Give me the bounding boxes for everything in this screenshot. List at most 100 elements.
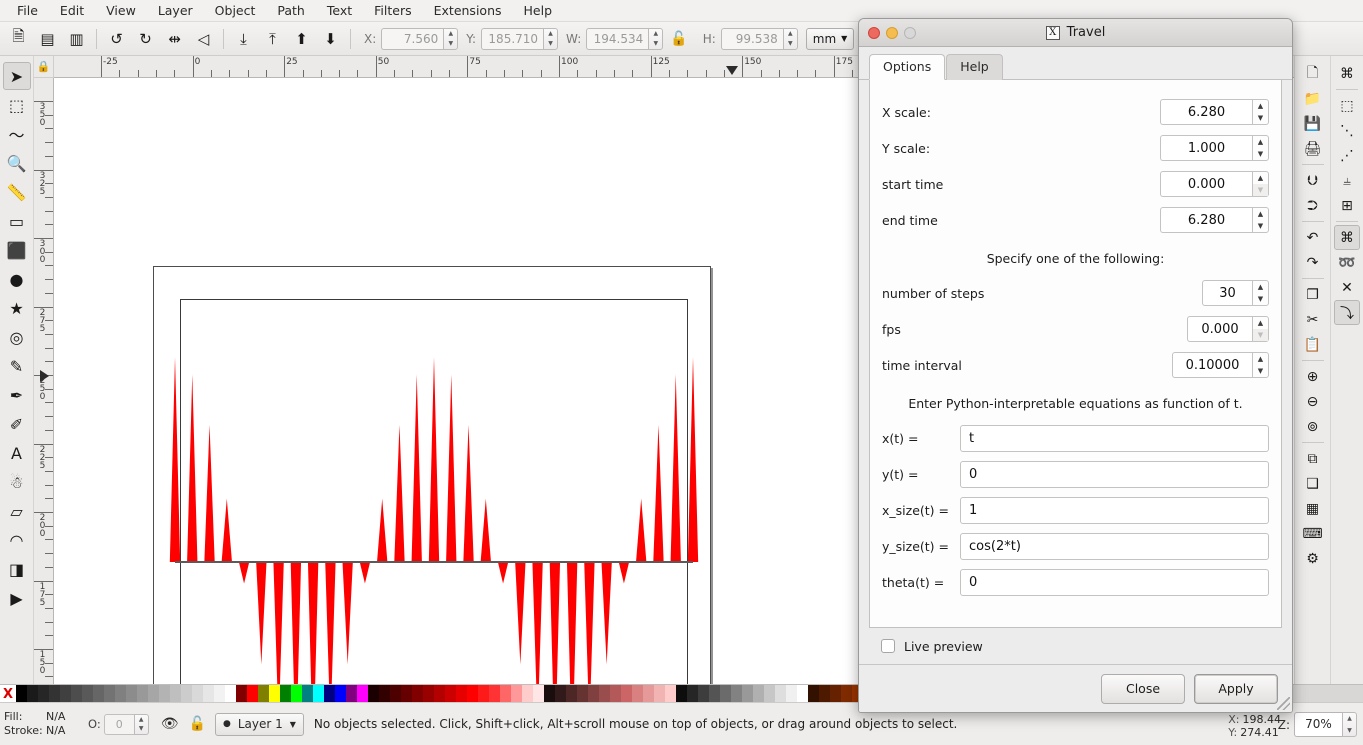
menu-filters[interactable]: Filters <box>363 1 422 20</box>
y-scale-input[interactable] <box>1160 135 1252 161</box>
width-value[interactable]: 194.534 <box>586 27 649 50</box>
palette-swatch[interactable] <box>566 685 577 703</box>
palette-swatch[interactable] <box>434 685 445 703</box>
measure-tool[interactable]: 📏 <box>3 178 31 206</box>
lower-to-bottom-icon[interactable]: ⤓ <box>230 25 257 52</box>
palette-swatch[interactable] <box>137 685 148 703</box>
paste-icon[interactable]: 📋 <box>1300 332 1326 357</box>
spray-tool[interactable]: ☃ <box>3 468 31 496</box>
fps-spin-down[interactable]: ▼ <box>1253 329 1268 341</box>
palette-swatch[interactable] <box>280 685 291 703</box>
zoom-spin-down[interactable]: ▼ <box>1343 725 1356 737</box>
y-coordinate-value[interactable]: 185.710 <box>481 27 544 50</box>
x-scale-spin-down[interactable]: ▼ <box>1253 112 1268 124</box>
snap-nodes-icon[interactable]: ⌘ <box>1334 225 1360 250</box>
palette-swatch[interactable] <box>126 685 137 703</box>
zoom-selection-icon[interactable]: ⊕ <box>1300 364 1326 389</box>
fps-input[interactable] <box>1187 316 1252 342</box>
x-size-of-t-input[interactable] <box>960 496 1269 524</box>
palette-swatch[interactable] <box>181 685 192 703</box>
rotate-90-ccw-icon[interactable]: ↺ <box>103 25 130 52</box>
palette-swatch[interactable] <box>478 685 489 703</box>
redo-icon[interactable]: ↷ <box>1300 250 1326 275</box>
palette-swatch[interactable] <box>819 685 830 703</box>
clone-icon[interactable]: ❑ <box>1300 471 1326 496</box>
snap-bbox-edge-icon[interactable]: ⋱ <box>1334 118 1360 143</box>
dialog-tabs[interactable]: Options Help <box>859 47 1292 80</box>
palette-swatch[interactable] <box>467 685 478 703</box>
number-of-steps-input[interactable] <box>1202 280 1252 306</box>
palette-swatch[interactable] <box>643 685 654 703</box>
x-scale-spin-up[interactable]: ▲ <box>1253 100 1268 112</box>
3d-box-tool[interactable]: ⬛ <box>3 236 31 264</box>
palette-swatch[interactable] <box>412 685 423 703</box>
palette-swatch[interactable] <box>379 685 390 703</box>
palette-swatch[interactable] <box>203 685 214 703</box>
undo-icon[interactable]: ↶ <box>1300 225 1326 250</box>
palette-swatch[interactable] <box>225 685 236 703</box>
palette-swatch[interactable] <box>797 685 808 703</box>
palette-swatch[interactable] <box>49 685 60 703</box>
gradient-tool[interactable]: ◨ <box>3 555 31 583</box>
palette-swatch[interactable] <box>808 685 819 703</box>
palette-swatch[interactable] <box>665 685 676 703</box>
menu-view[interactable]: View <box>95 1 147 20</box>
palette-swatch[interactable] <box>621 685 632 703</box>
palette-swatch[interactable] <box>390 685 401 703</box>
palette-swatch[interactable] <box>632 685 643 703</box>
node-editor-tool[interactable]: ⬚ <box>3 91 31 119</box>
y-scale-spin-down[interactable]: ▼ <box>1253 148 1268 160</box>
zoom-control[interactable]: Z: 70% ▲ ▼ <box>1278 712 1357 737</box>
palette-swatch[interactable] <box>654 685 665 703</box>
palette-swatch[interactable] <box>313 685 324 703</box>
palette-swatch[interactable] <box>401 685 412 703</box>
x-coordinate-value[interactable]: 7.560 <box>381 27 444 50</box>
start-time-input[interactable] <box>1160 171 1252 197</box>
spiral-tool[interactable]: ◎ <box>3 323 31 351</box>
opacity-spin-down[interactable]: ▼ <box>135 724 148 734</box>
palette-swatch[interactable] <box>148 685 159 703</box>
xml-editor-icon[interactable]: ⌨ <box>1300 521 1326 546</box>
palette-swatch[interactable] <box>698 685 709 703</box>
resize-grip[interactable] <box>1277 697 1290 710</box>
menu-help[interactable]: Help <box>513 1 564 20</box>
number-of-steps-spin-down[interactable]: ▼ <box>1253 293 1268 305</box>
start-time-spin-down[interactable]: ▼ <box>1253 184 1268 196</box>
opacity-spin-up[interactable]: ▲ <box>135 715 148 725</box>
close-button[interactable]: Close <box>1101 673 1185 704</box>
more-tools-icon[interactable]: ▶ <box>3 584 31 612</box>
menu-layer[interactable]: Layer <box>147 1 204 20</box>
palette-swatch[interactable] <box>93 685 104 703</box>
x-spin-up[interactable]: ▲ <box>444 29 457 39</box>
fps-spin-buttons[interactable]: ▲ ▼ <box>1252 316 1269 342</box>
height-stepper[interactable]: 99.538 ▲ ▼ <box>720 27 798 50</box>
height-spin-buttons[interactable]: ▲ ▼ <box>782 27 798 50</box>
palette-swatch[interactable] <box>368 685 379 703</box>
palette-swatch[interactable] <box>511 685 522 703</box>
number-of-steps-spin-buttons[interactable]: ▲ ▼ <box>1252 280 1269 306</box>
unit-selector[interactable]: mm ▼ <box>805 27 855 50</box>
zoom-page-icon[interactable]: ⊚ <box>1300 414 1326 439</box>
snap-bbox-corner-icon[interactable]: ⋰ <box>1334 143 1360 168</box>
live-preview-checkbox[interactable] <box>881 639 895 653</box>
cut-icon[interactable]: ✂ <box>1300 307 1326 332</box>
palette-swatch[interactable] <box>357 685 368 703</box>
ruler-corner-lock-icon[interactable]: 🔒 <box>34 56 54 78</box>
palette-swatch[interactable] <box>104 685 115 703</box>
palette-swatch[interactable] <box>753 685 764 703</box>
palette-swatch[interactable] <box>445 685 456 703</box>
time-interval-spin-down[interactable]: ▼ <box>1253 365 1268 377</box>
x-spin-buttons[interactable]: ▲ ▼ <box>443 27 459 50</box>
time-interval-spin-up[interactable]: ▲ <box>1253 353 1268 365</box>
layer-selector[interactable]: ● Layer 1 ▼ <box>214 712 304 736</box>
end-time-stepper[interactable]: ▲▼ <box>1160 207 1269 233</box>
snap-bbox-center-icon[interactable]: ⊞ <box>1334 193 1360 218</box>
x-coordinate-stepper[interactable]: 7.560 ▲ ▼ <box>381 27 459 50</box>
time-interval-input[interactable] <box>1172 352 1252 378</box>
y-size-of-t-input[interactable] <box>960 532 1269 560</box>
palette-swatch[interactable] <box>16 685 27 703</box>
x-scale-input[interactable] <box>1160 99 1252 125</box>
menu-edit[interactable]: Edit <box>49 1 95 20</box>
palette-swatch[interactable] <box>346 685 357 703</box>
import-icon[interactable]: ⮋ <box>1300 168 1326 193</box>
